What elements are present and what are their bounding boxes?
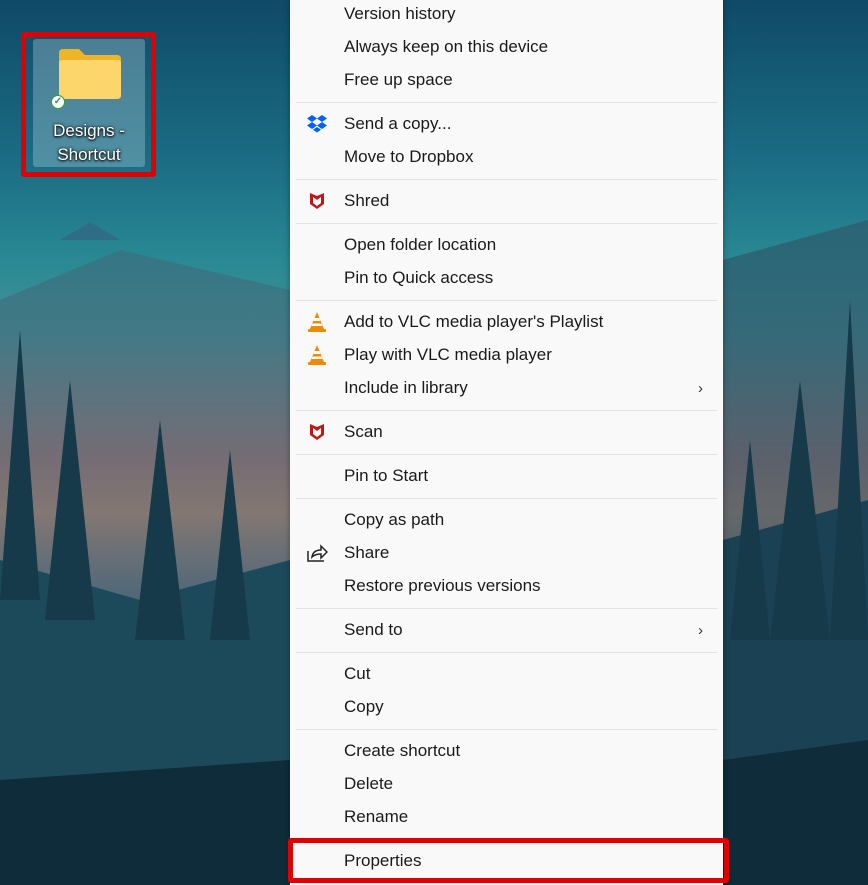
menu-item-open-folder-location[interactable]: Open folder location [290,229,723,262]
share-icon [306,542,328,564]
menu-item-label: Restore previous versions [344,576,541,595]
menu-separator [290,449,723,460]
vlc-icon [306,311,328,333]
menu-separator [290,174,723,185]
menu-item-label: Always keep on this device [344,37,549,56]
menu-separator [290,724,723,735]
menu-item-pin-to-start[interactable]: Pin to Start [290,460,723,493]
menu-separator [290,218,723,229]
menu-separator [290,97,723,108]
context-menu: Version history Always keep on this devic… [290,0,723,885]
menu-item-copy[interactable]: Copy [290,691,723,724]
menu-item-label: Shred [344,191,390,210]
vlc-icon [306,344,328,366]
menu-item-label: Play with VLC media player [344,345,552,364]
menu-item-include-in-library[interactable]: Include in library › [290,372,723,405]
menu-item-always-keep-on-this-device[interactable]: Always keep on this device [290,31,723,64]
menu-item-pin-to-quick-access[interactable]: Pin to Quick access [290,262,723,295]
menu-item-label: Version history [344,4,456,23]
menu-item-label: Move to Dropbox [344,147,474,166]
menu-item-label: Delete [344,774,394,793]
menu-item-rename[interactable]: Rename [290,801,723,834]
menu-item-restore-previous-versions[interactable]: Restore previous versions [290,570,723,603]
menu-separator [290,493,723,504]
menu-item-send-to[interactable]: Send to › [290,614,723,647]
menu-item-add-to-vlc-media-player-s-playlist[interactable]: Add to VLC media player's Playlist [290,306,723,339]
menu-separator [290,603,723,614]
menu-item-label: Pin to Start [344,466,429,485]
menu-item-label: Pin to Quick access [344,268,494,287]
chevron-right-icon: › [698,621,703,639]
menu-item-label: Share [344,543,390,562]
menu-item-send-a-copy[interactable]: Send a copy... [290,108,723,141]
menu-item-label: Scan [344,422,383,441]
menu-item-label: Send a copy... [344,114,452,133]
menu-item-label: Copy as path [344,510,445,529]
menu-item-label: Include in library [344,378,468,397]
menu-item-label: Cut [344,664,371,683]
menu-item-shred[interactable]: Shred [290,185,723,218]
menu-item-scan[interactable]: Scan [290,416,723,449]
menu-item-play-with-vlc-media-player[interactable]: Play with VLC media player [290,339,723,372]
menu-item-label: Create shortcut [344,741,461,760]
highlight-box-properties [288,838,729,883]
highlight-box-desktop-icon [21,32,156,177]
menu-item-label: Free up space [344,70,453,89]
chevron-right-icon: › [698,379,703,397]
menu-item-free-up-space[interactable]: Free up space [290,64,723,97]
mcafee-icon [306,190,328,212]
menu-item-move-to-dropbox[interactable]: Move to Dropbox [290,141,723,174]
dropbox-icon [306,113,328,135]
menu-separator [290,295,723,306]
menu-item-version-history[interactable]: Version history [290,0,723,31]
menu-item-label: Send to [344,620,403,639]
menu-item-share[interactable]: Share [290,537,723,570]
menu-item-create-shortcut[interactable]: Create shortcut [290,735,723,768]
menu-item-label: Open folder location [344,235,497,254]
menu-item-label: Add to VLC media player's Playlist [344,312,604,331]
menu-item-delete[interactable]: Delete [290,768,723,801]
menu-item-cut[interactable]: Cut [290,658,723,691]
menu-separator [290,647,723,658]
menu-item-copy-as-path[interactable]: Copy as path [290,504,723,537]
menu-separator [290,405,723,416]
menu-item-label: Copy [344,697,384,716]
mcafee-icon [306,421,328,443]
menu-item-label: Rename [344,807,409,826]
